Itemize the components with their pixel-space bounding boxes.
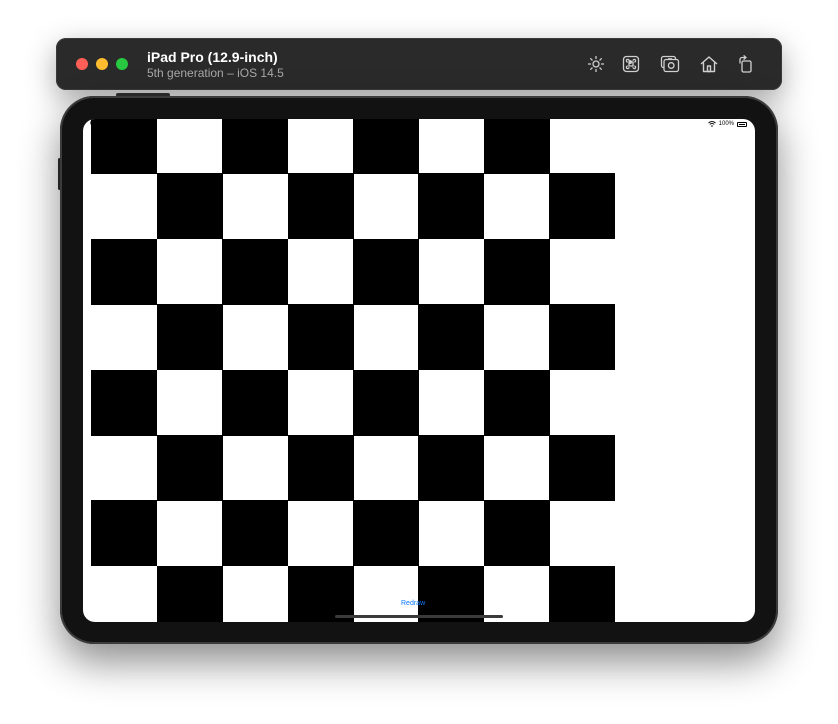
- board-square-black: [222, 119, 288, 174]
- board-square-black: [484, 500, 550, 566]
- rotate-icon[interactable]: [733, 51, 759, 77]
- device-subtitle: 5th generation – iOS 14.5: [147, 66, 284, 80]
- board-square-black: [222, 500, 288, 566]
- board-square-black: [288, 304, 354, 370]
- battery-percent: 100%: [718, 121, 734, 127]
- zoom-window-button[interactable]: [116, 58, 128, 70]
- board-square-black: [157, 173, 223, 239]
- board-square-black: [288, 173, 354, 239]
- status-time-date: 6:02 PM Sun Jul 4: [90, 121, 140, 127]
- board-square-black: [549, 304, 615, 370]
- status-right: 100%: [707, 121, 747, 127]
- board-square-black: [353, 239, 419, 305]
- checkerboard: [83, 119, 755, 622]
- board-square-black: [157, 304, 223, 370]
- redraw-button[interactable]: Redraw: [401, 600, 425, 607]
- board-square-black: [91, 239, 157, 305]
- brightness-icon[interactable]: [583, 51, 609, 77]
- device-name: iPad Pro (12.9-inch): [147, 49, 278, 65]
- board-square-black: [222, 370, 288, 436]
- board-square-black: [418, 435, 484, 501]
- board-square-black: [549, 173, 615, 239]
- board-square-black: [484, 239, 550, 305]
- board-square-black: [418, 173, 484, 239]
- board-square-black: [549, 566, 615, 622]
- board-square-black: [91, 119, 157, 174]
- board-square-black: [418, 566, 484, 622]
- board-square-black: [549, 435, 615, 501]
- board-square-black: [91, 370, 157, 436]
- wifi-icon: [707, 121, 716, 127]
- home-icon[interactable]: [696, 51, 722, 77]
- minimize-window-button[interactable]: [96, 58, 108, 70]
- board-square-black: [288, 566, 354, 622]
- board-square-black: [288, 435, 354, 501]
- device-screen: 6:02 PM Sun Jul 4 100% Redraw: [83, 119, 755, 622]
- battery-icon: [737, 121, 747, 127]
- board-square-black: [484, 370, 550, 436]
- board-square-black: [353, 500, 419, 566]
- screenshot-icon[interactable]: [657, 51, 683, 77]
- board-square-black: [353, 370, 419, 436]
- board-square-black: [418, 304, 484, 370]
- board-square-black: [353, 119, 419, 174]
- home-indicator[interactable]: [335, 615, 503, 618]
- simulator-titlebar: iPad Pro (12.9-inch) 5th generation – iO…: [56, 38, 782, 90]
- board-square-black: [157, 435, 223, 501]
- board-square-black: [484, 119, 550, 174]
- board-square-black: [222, 239, 288, 305]
- close-window-button[interactable]: [76, 58, 88, 70]
- board-square-black: [91, 500, 157, 566]
- board-square-black: [157, 566, 223, 622]
- command-icon[interactable]: [618, 51, 644, 77]
